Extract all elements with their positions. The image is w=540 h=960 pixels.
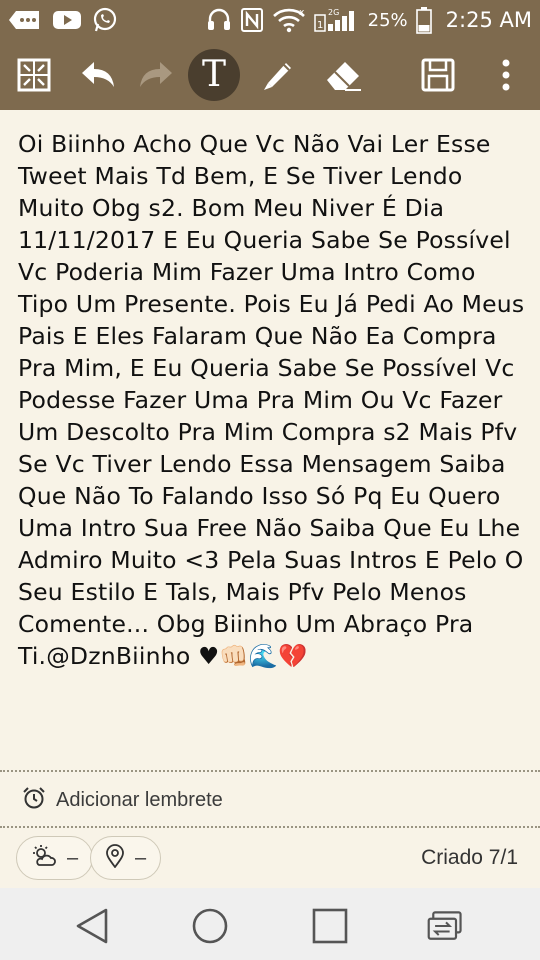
status-bar: x 1 2G 25% 2:25 AM [0,0,540,40]
add-reminder-button[interactable]: Adicionar lembrete [22,784,223,816]
weather-chip[interactable]: – [16,836,94,880]
nfc-icon [240,7,264,33]
headset-icon [206,7,232,33]
text-tool-label: T [201,54,226,95]
back-icon[interactable] [72,906,112,946]
youtube-icon [52,8,82,32]
divider [0,826,540,828]
svg-text:x: x [299,8,305,18]
weather-icon [31,844,57,872]
navigation-bar [0,888,540,960]
clock: 2:25 AM [445,8,532,32]
battery-percent: 25% [367,9,408,31]
eraser-icon[interactable] [318,49,370,101]
wifi-icon: x [272,7,306,33]
text-tool-icon[interactable]: T [188,49,240,101]
weather-value: – [67,846,79,869]
home-icon[interactable] [190,906,230,946]
battery-icon [415,6,432,34]
more-vert-icon[interactable] [480,49,532,101]
save-icon[interactable] [412,49,464,101]
location-chip[interactable]: – [90,836,162,880]
network-type: 2G [328,8,339,17]
recents-icon[interactable] [310,906,350,946]
svg-text:1: 1 [317,20,323,31]
redo-icon[interactable] [130,49,182,101]
note-text[interactable]: Oi Biinho Acho Que Vc Não Vai Ler Esse T… [18,128,526,672]
location-value: – [135,846,147,869]
switch-app-icon[interactable] [426,906,466,946]
sim-signal-icon: 1 2G [313,6,360,34]
whatsapp-icon [92,7,118,33]
reminder-label: Adicionar lembrete [56,788,223,811]
undo-icon[interactable] [72,49,124,101]
pen-icon[interactable] [252,49,304,101]
divider [0,770,540,772]
editor-toolbar: T [0,40,540,110]
created-date: Criado 7/1 [421,846,518,869]
location-pin-icon [105,844,125,872]
message-icon [8,8,42,32]
grid-layout-icon[interactable] [8,49,60,101]
alarm-clock-icon [22,786,46,814]
